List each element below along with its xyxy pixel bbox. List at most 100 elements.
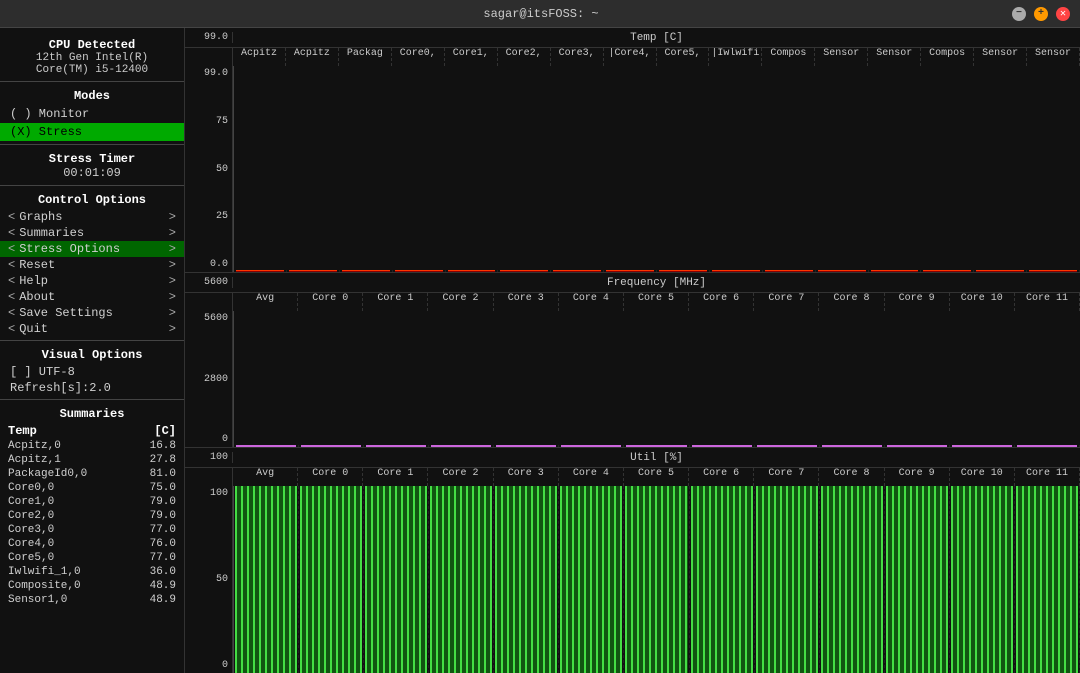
- temp-bar-col-8: [657, 270, 710, 272]
- freq-col-header-1: Core 0: [298, 293, 363, 311]
- temp-bar-col-14: [974, 270, 1027, 272]
- temp-col-header-1: Acpitz: [286, 48, 339, 66]
- temp-bar-col-10: [763, 270, 816, 272]
- ctrl-item-help[interactable]: <Help>: [0, 273, 184, 289]
- stress-timer-label: Stress Timer: [0, 152, 184, 166]
- util-bar-col-12: [1015, 486, 1080, 673]
- temp-bar-col-2: [340, 270, 393, 272]
- temp-bar-col-15: [1027, 270, 1080, 272]
- temp-chart-label: Temp [C]: [630, 32, 683, 44]
- freq-chart-body: 5600 2800 0: [185, 311, 1080, 447]
- freq-col-header-7: Core 6: [689, 293, 754, 311]
- freq-bar-col-3: [429, 445, 494, 447]
- summary-header-right: [C]: [154, 424, 176, 438]
- ctrl-item-quit[interactable]: <Quit>: [0, 321, 184, 337]
- summary-row-PackageId0,0: PackageId0,081.0: [0, 467, 184, 481]
- temp-col-header-14: Sensor: [974, 48, 1027, 66]
- freq-bar-col-0: [234, 445, 299, 447]
- util-col-header-2: Core 1: [363, 468, 428, 486]
- temp-scale-top: 99.0: [185, 32, 233, 43]
- temp-bar-col-1: [287, 270, 340, 272]
- titlebar: sagar@itsFOSS: ~ − + ✕: [0, 0, 1080, 28]
- utf8-option[interactable]: [ ] UTF-8: [0, 364, 184, 380]
- freq-col-header-9: Core 8: [819, 293, 884, 311]
- freq-chart-header: 5600 Frequency [MHz]: [185, 273, 1080, 293]
- temp-bar-col-3: [393, 270, 446, 272]
- util-chart-body: 100 50 0: [185, 486, 1080, 673]
- freq-col-header-11: Core 10: [950, 293, 1015, 311]
- temp-bar-col-11: [816, 270, 869, 272]
- freq-col-header-6: Core 5: [624, 293, 689, 311]
- util-col-header-8: Core 7: [754, 468, 819, 486]
- util-bar-col-3: [429, 486, 494, 673]
- temp-col-headers: Temp [C]: [233, 32, 1080, 44]
- temp-col-header-13: Compos: [921, 48, 974, 66]
- util-bar-col-4: [494, 486, 559, 673]
- window-title: sagar@itsFOSS: ~: [70, 7, 1012, 21]
- temp-y-axis: 99.0 75 50 25 0.0: [185, 66, 233, 272]
- mode-monitor[interactable]: ( ) Monitor: [0, 105, 184, 123]
- summary-rows: Acpitz,016.8Acpitz,127.8PackageId0,081.0…: [0, 439, 184, 607]
- temp-col-header-11: Sensor: [815, 48, 868, 66]
- temp-col-header-2: Packag: [339, 48, 392, 66]
- ctrl-item-summaries[interactable]: <Summaries>: [0, 225, 184, 241]
- util-bar-col-7: [690, 486, 755, 673]
- util-bar-col-6: [624, 486, 689, 673]
- sidebar: CPU Detected 12th Gen Intel(R) Core(TM) …: [0, 28, 185, 673]
- util-bar-col-5: [559, 486, 624, 673]
- util-col-header-1: Core 0: [298, 468, 363, 486]
- temp-col-header-8: Core5,: [657, 48, 710, 66]
- util-chart-label: Util [%]: [630, 452, 683, 464]
- temp-col-names: AcpitzAcpitzPackagCore0,Core1,Core2,Core…: [185, 48, 1080, 66]
- ctrl-item-reset[interactable]: <Reset>: [0, 257, 184, 273]
- temp-bar-col-13: [921, 270, 974, 272]
- summary-row-Composite,0: Composite,048.9: [0, 579, 184, 593]
- freq-col-header-2: Core 1: [363, 293, 428, 311]
- ctrl-item-about[interactable]: <About>: [0, 289, 184, 305]
- util-col-names-row: AvgCore 0Core 1Core 2Core 3Core 4Core 5C…: [185, 468, 1080, 486]
- util-bar-col-2: [364, 486, 429, 673]
- temp-col-header-9: |Iwlwifi: [709, 48, 762, 66]
- freq-col-header-5: Core 4: [559, 293, 624, 311]
- temp-col-header-12: Sensor: [868, 48, 921, 66]
- ctrl-item-save-settings[interactable]: <Save Settings>: [0, 305, 184, 321]
- temp-col-header-15: Sensor: [1027, 48, 1080, 66]
- temp-col-header-4: Core1,: [445, 48, 498, 66]
- util-bar-col-8: [755, 486, 820, 673]
- summary-row-Acpitz,0: Acpitz,016.8: [0, 439, 184, 453]
- mode-stress[interactable]: (X) Stress: [0, 123, 184, 141]
- temp-col-header-7: |Core4,: [604, 48, 657, 66]
- temp-col-header-10: Compos: [762, 48, 815, 66]
- cpu-info: CPU Detected 12th Gen Intel(R) Core(TM) …: [0, 34, 184, 78]
- util-col-header-11: Core 10: [950, 468, 1015, 486]
- util-y-axis: 100 50 0: [185, 486, 233, 673]
- minimize-button[interactable]: −: [1012, 7, 1026, 21]
- freq-col-header-10: Core 9: [885, 293, 950, 311]
- util-bar-col-9: [820, 486, 885, 673]
- freq-col-names-row: AvgCore 0Core 1Core 2Core 3Core 4Core 5C…: [185, 293, 1080, 311]
- stress-timer: Stress Timer 00:01:09: [0, 148, 184, 182]
- ctrl-item-graphs[interactable]: <Graphs>: [0, 209, 184, 225]
- summary-row-Iwlwifi_1,0: Iwlwifi_1,036.0: [0, 565, 184, 579]
- freq-bar-col-7: [690, 445, 755, 447]
- content-area: 99.0 Temp [C] AcpitzAcpitzPackagCore0,Co…: [185, 28, 1080, 673]
- summary-row-Acpitz,1: Acpitz,127.8: [0, 453, 184, 467]
- stress-timer-value: 00:01:09: [0, 166, 184, 180]
- ctrl-item-stress-options[interactable]: <Stress Options>: [0, 241, 184, 257]
- util-col-header-6: Core 5: [624, 468, 689, 486]
- summary-row-Core2,0: Core2,079.0: [0, 509, 184, 523]
- freq-bar-col-11: [950, 445, 1015, 447]
- control-options-label: Control Options: [0, 189, 184, 209]
- summary-row-Core4,0: Core4,076.0: [0, 537, 184, 551]
- main-layout: CPU Detected 12th Gen Intel(R) Core(TM) …: [0, 28, 1080, 673]
- temp-bar-col-6: [551, 270, 604, 272]
- maximize-button[interactable]: +: [1034, 7, 1048, 21]
- close-button[interactable]: ✕: [1056, 7, 1070, 21]
- util-chart-header: 100 Util [%]: [185, 448, 1080, 468]
- util-bars: [233, 486, 1080, 673]
- freq-bar-col-9: [820, 445, 885, 447]
- freq-bar-col-12: [1015, 445, 1080, 447]
- util-bar-col-10: [885, 486, 950, 673]
- cpu-detected-label: CPU Detected: [6, 38, 178, 52]
- freq-col-header-12: Core 11: [1015, 293, 1080, 311]
